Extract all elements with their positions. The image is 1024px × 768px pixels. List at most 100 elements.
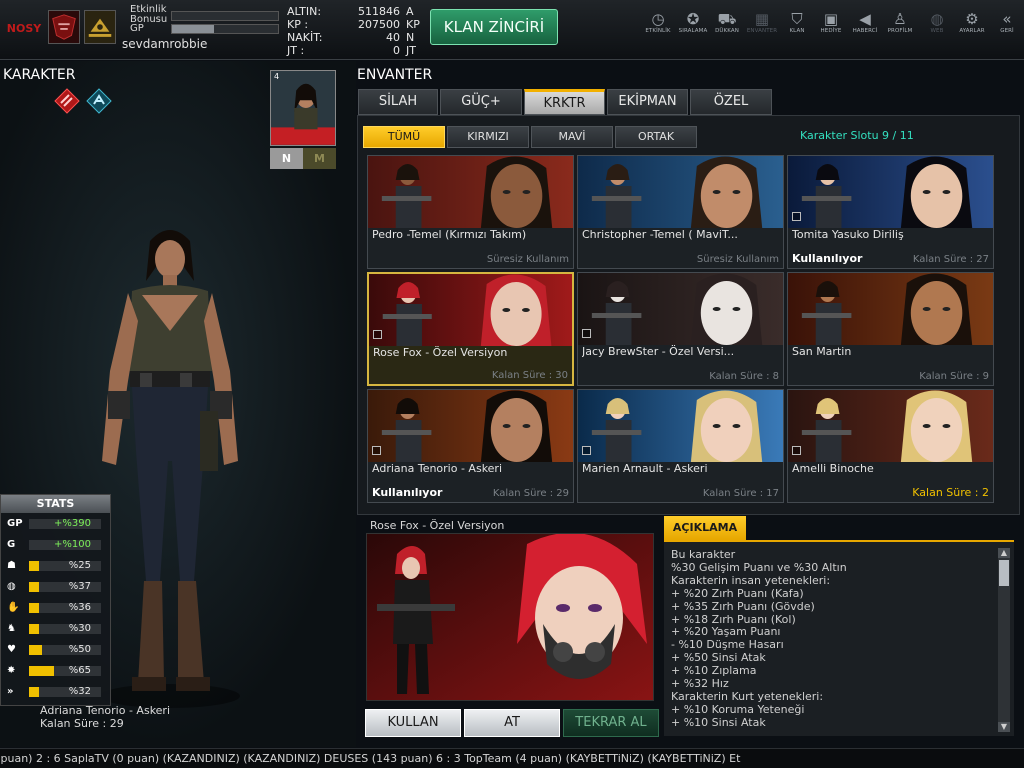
scroll-down-icon[interactable]: ▼	[998, 722, 1010, 732]
stat-row: » %32	[5, 685, 109, 699]
scroll-thumb[interactable]	[999, 560, 1009, 586]
jt-unit: JT	[406, 44, 416, 57]
description-line: Karakterin insan yetenekleri:	[671, 573, 831, 587]
nav-siralama-button[interactable]: ✪ SIRALAMA	[676, 10, 710, 34]
stat-icon: G	[7, 539, 16, 550]
character-portrait	[369, 274, 572, 346]
tab-guc[interactable]: GÜÇ+	[440, 89, 522, 115]
equipped-character-time: Kalan Süre : 29	[40, 717, 124, 730]
card-checkbox[interactable]	[373, 330, 382, 339]
nav-klan-button[interactable]: ⛉ KLAN	[780, 10, 814, 34]
envanter-title: ENVANTER	[357, 67, 433, 83]
description-tab[interactable]: AÇIKLAMA	[664, 516, 746, 540]
stat-value: +%100	[54, 539, 91, 550]
stat-icon: »	[7, 686, 14, 697]
stat-value: +%390	[54, 518, 91, 529]
cart-icon: ⛟	[717, 10, 737, 28]
stopwatch-icon: ◷	[651, 10, 665, 28]
nav-geri-button[interactable]: «GERİ	[990, 10, 1024, 34]
character-card-duration: Kalan Süre : 17	[702, 488, 779, 499]
stat-row: ✋ %36	[5, 601, 109, 615]
card-checkbox[interactable]	[582, 329, 591, 338]
character-portrait	[788, 156, 993, 228]
stat-value: %65	[68, 665, 91, 676]
character-card[interactable]: Christopher -Temel ( MaviT... Süresiz Kul…	[577, 155, 784, 269]
character-card[interactable]: Jacy BrewSter - Özel Versi... Kalan Süre …	[577, 272, 784, 386]
character-card[interactable]: Pedro -Temel (Kırmızı Takım) Süresiz Kull…	[367, 155, 574, 269]
card-checkbox[interactable]	[792, 446, 801, 455]
tab-krktr[interactable]: KRKTR	[524, 89, 605, 115]
character-card-name: Jacy BrewSter - Özel Versi...	[582, 345, 735, 358]
selected-character-art	[366, 533, 654, 701]
gold-label: ALTIN:	[287, 5, 322, 18]
filter-tab-ortak[interactable]: ORTAK	[615, 126, 697, 148]
stat-icon: ✸	[7, 665, 16, 676]
character-card-preview[interactable]: 4	[270, 70, 336, 146]
description-line: Karakterin Kurt yetenekleri:	[671, 689, 824, 703]
red-team-icon[interactable]	[54, 88, 80, 114]
nav-hediye-button[interactable]: ▣ HEDİYE	[814, 10, 848, 34]
profile-icon: ♙	[893, 10, 907, 28]
cash-value: 40	[386, 31, 400, 44]
description-line: %30 Gelişim Puanı ve %30 Altın	[671, 560, 847, 574]
rebuy-button[interactable]: TEKRAR AL	[563, 709, 659, 737]
stat-value: %25	[68, 560, 91, 571]
nav-ayarlar-button[interactable]: ⚙ AYARLAR	[955, 10, 989, 34]
nav-etkinlik-button[interactable]: ◷ ETKİNLİK	[641, 10, 675, 34]
character-card-duration: Süresiz Kullanım	[696, 254, 779, 265]
tab-ekipman[interactable]: EKİPMAN	[607, 89, 688, 115]
nav-envanter-button[interactable]: ▦ ENVANTER	[745, 10, 779, 34]
card-checkbox[interactable]	[372, 446, 381, 455]
tab-silah[interactable]: SİLAH	[358, 89, 438, 115]
cash-label: NAKİT:	[287, 31, 323, 44]
filter-tab-kirmizi[interactable]: KIRMIZI	[447, 126, 529, 148]
character-card[interactable]: San Martin Kalan Süre : 9	[787, 272, 994, 386]
character-card[interactable]: Amelli Binoche Kalan Süre : 2	[787, 389, 994, 503]
klan-zinciri-button[interactable]: KLAN ZİNCİRİ	[430, 9, 558, 45]
ticker-text: 9 puan) 2 : 6 SaplaTV (0 puan) (KAZANDIN…	[0, 752, 741, 765]
character-card-name: Tomita Yasuko Diriliş	[792, 228, 904, 241]
description-scrollbar[interactable]: ▲ ▼	[998, 548, 1010, 732]
description-line: Bu karakter	[671, 548, 736, 561]
top-bar: NOSY Etkinlik Bonusu GP sevdamrobbie ALT…	[0, 0, 1024, 60]
normal-mode-button[interactable]: N	[270, 148, 303, 169]
use-button[interactable]: KULLAN	[365, 709, 461, 737]
character-card[interactable]: Tomita Yasuko Diriliş Kullanılıyor Kalan S…	[787, 155, 994, 269]
nav-label: AYARLAR	[959, 28, 985, 34]
character-card-name: Adriana Tenorio - Askeri	[372, 462, 503, 475]
stat-row: ◍ %37	[5, 580, 109, 594]
filter-tab-tumu[interactable]: TÜMÜ	[363, 126, 445, 148]
character-card-duration: Kalan Süre : 30	[491, 370, 568, 381]
character-portrait	[578, 273, 783, 345]
character-card-status: Kullanılıyor	[372, 486, 443, 499]
tab-ozel[interactable]: ÖZEL	[690, 89, 772, 115]
nav-label: ETKİNLİK	[645, 28, 671, 34]
scroll-up-icon[interactable]: ▲	[998, 548, 1010, 558]
stat-row: ☗ %25	[5, 559, 109, 573]
gear-icon: ⚙	[965, 10, 979, 28]
gp-progress-bar	[171, 24, 279, 34]
stat-value: %36	[68, 602, 91, 613]
filter-tab-mavi[interactable]: MAVİ	[531, 126, 613, 148]
stat-icon: GP	[7, 518, 23, 529]
stat-row: ♥ %50	[5, 643, 109, 657]
drop-button[interactable]: AT	[464, 709, 560, 737]
nav-profilm-button[interactable]: ♙ PROFİLM	[883, 10, 917, 34]
character-card-name: San Martin	[792, 345, 852, 358]
card-checkbox[interactable]	[792, 212, 801, 221]
nav-dükkan-button[interactable]: ⛟ DÜKKAN	[710, 10, 744, 34]
character-card[interactable]: Adriana Tenorio - Askeri Kullanılıyor Kala…	[367, 389, 574, 503]
mutant-mode-button[interactable]: M	[303, 148, 336, 169]
nav-haberci-button[interactable]: ◀ HABERCİ	[848, 10, 882, 34]
character-slot-count: Karakter Slotu 9 / 11	[800, 129, 914, 142]
character-card-name: Rose Fox - Özel Versiyon	[373, 346, 508, 359]
character-card[interactable]: Marien Arnault - Askeri Kalan Süre : 17	[577, 389, 784, 503]
character-portrait	[368, 390, 573, 462]
description-line: + %20 Zırh Puanı (Kafa)	[671, 586, 804, 600]
card-checkbox[interactable]	[582, 446, 591, 455]
blue-team-icon[interactable]	[86, 88, 112, 114]
stat-row: ♞ %30	[5, 622, 109, 636]
character-card[interactable]: Rose Fox - Özel Versiyon Kalan Süre : 30	[367, 272, 574, 386]
gp-label: GP	[130, 23, 144, 34]
nav-web-button[interactable]: ◍ WEB	[920, 10, 954, 34]
